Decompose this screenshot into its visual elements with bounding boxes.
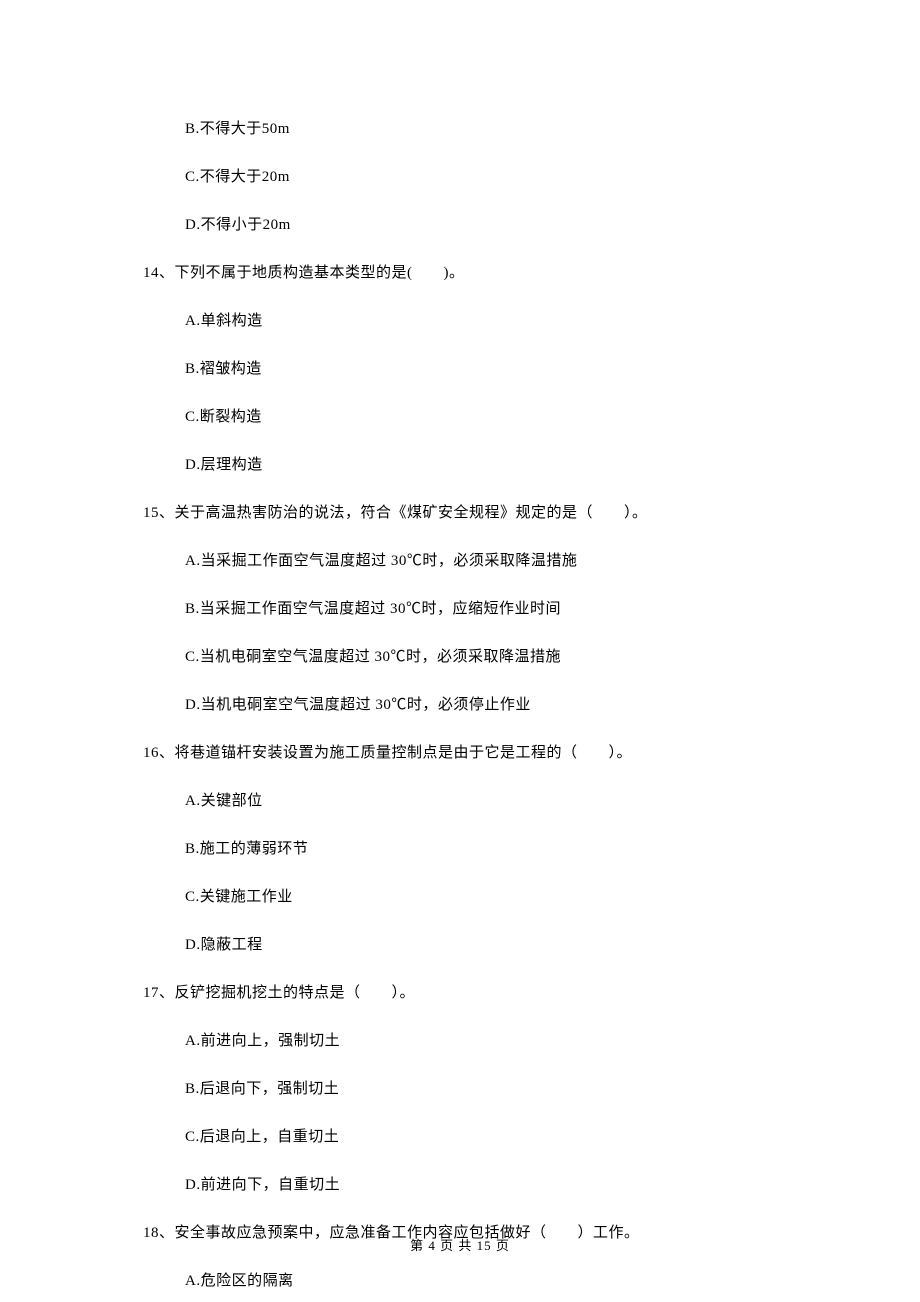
question-17: 17、反铲挖掘机挖土的特点是（ ）。 [143, 981, 820, 1002]
option-16-a: A.关键部位 [185, 789, 820, 810]
option-15-d: D.当机电硐室空气温度超过 30℃时，必须停止作业 [185, 693, 820, 714]
option-13-b: B.不得大于50m [185, 117, 820, 138]
option-18-a: A.危险区的隔离 [185, 1269, 820, 1290]
option-14-b: B.褶皱构造 [185, 357, 820, 378]
option-14-c: C.断裂构造 [185, 405, 820, 426]
option-17-b: B.后退向下，强制切土 [185, 1077, 820, 1098]
page-footer: 第 4 页 共 15 页 [0, 1235, 920, 1254]
option-17-c: C.后退向上，自重切土 [185, 1125, 820, 1146]
question-14: 14、下列不属于地质构造基本类型的是( )。 [143, 261, 820, 282]
option-15-a: A.当采掘工作面空气温度超过 30℃时，必须采取降温措施 [185, 549, 820, 570]
option-15-c: C.当机电硐室空气温度超过 30℃时，必须采取降温措施 [185, 645, 820, 666]
option-14-d: D.层理构造 [185, 453, 820, 474]
question-16: 16、将巷道锚杆安装设置为施工质量控制点是由于它是工程的（ ）。 [143, 741, 820, 762]
option-16-c: C.关键施工作业 [185, 885, 820, 906]
option-15-b: B.当采掘工作面空气温度超过 30℃时，应缩短作业时间 [185, 597, 820, 618]
option-14-a: A.单斜构造 [185, 309, 820, 330]
option-17-d: D.前进向下，自重切土 [185, 1173, 820, 1194]
option-16-b: B.施工的薄弱环节 [185, 837, 820, 858]
document-content: B.不得大于50m C.不得大于20m D.不得小于20m 14、下列不属于地质… [0, 0, 920, 1290]
option-13-c: C.不得大于20m [185, 165, 820, 186]
question-15: 15、关于高温热害防治的说法，符合《煤矿安全规程》规定的是（ ）。 [143, 501, 820, 522]
option-13-d: D.不得小于20m [185, 213, 820, 234]
option-17-a: A.前进向上，强制切土 [185, 1029, 820, 1050]
option-16-d: D.隐蔽工程 [185, 933, 820, 954]
